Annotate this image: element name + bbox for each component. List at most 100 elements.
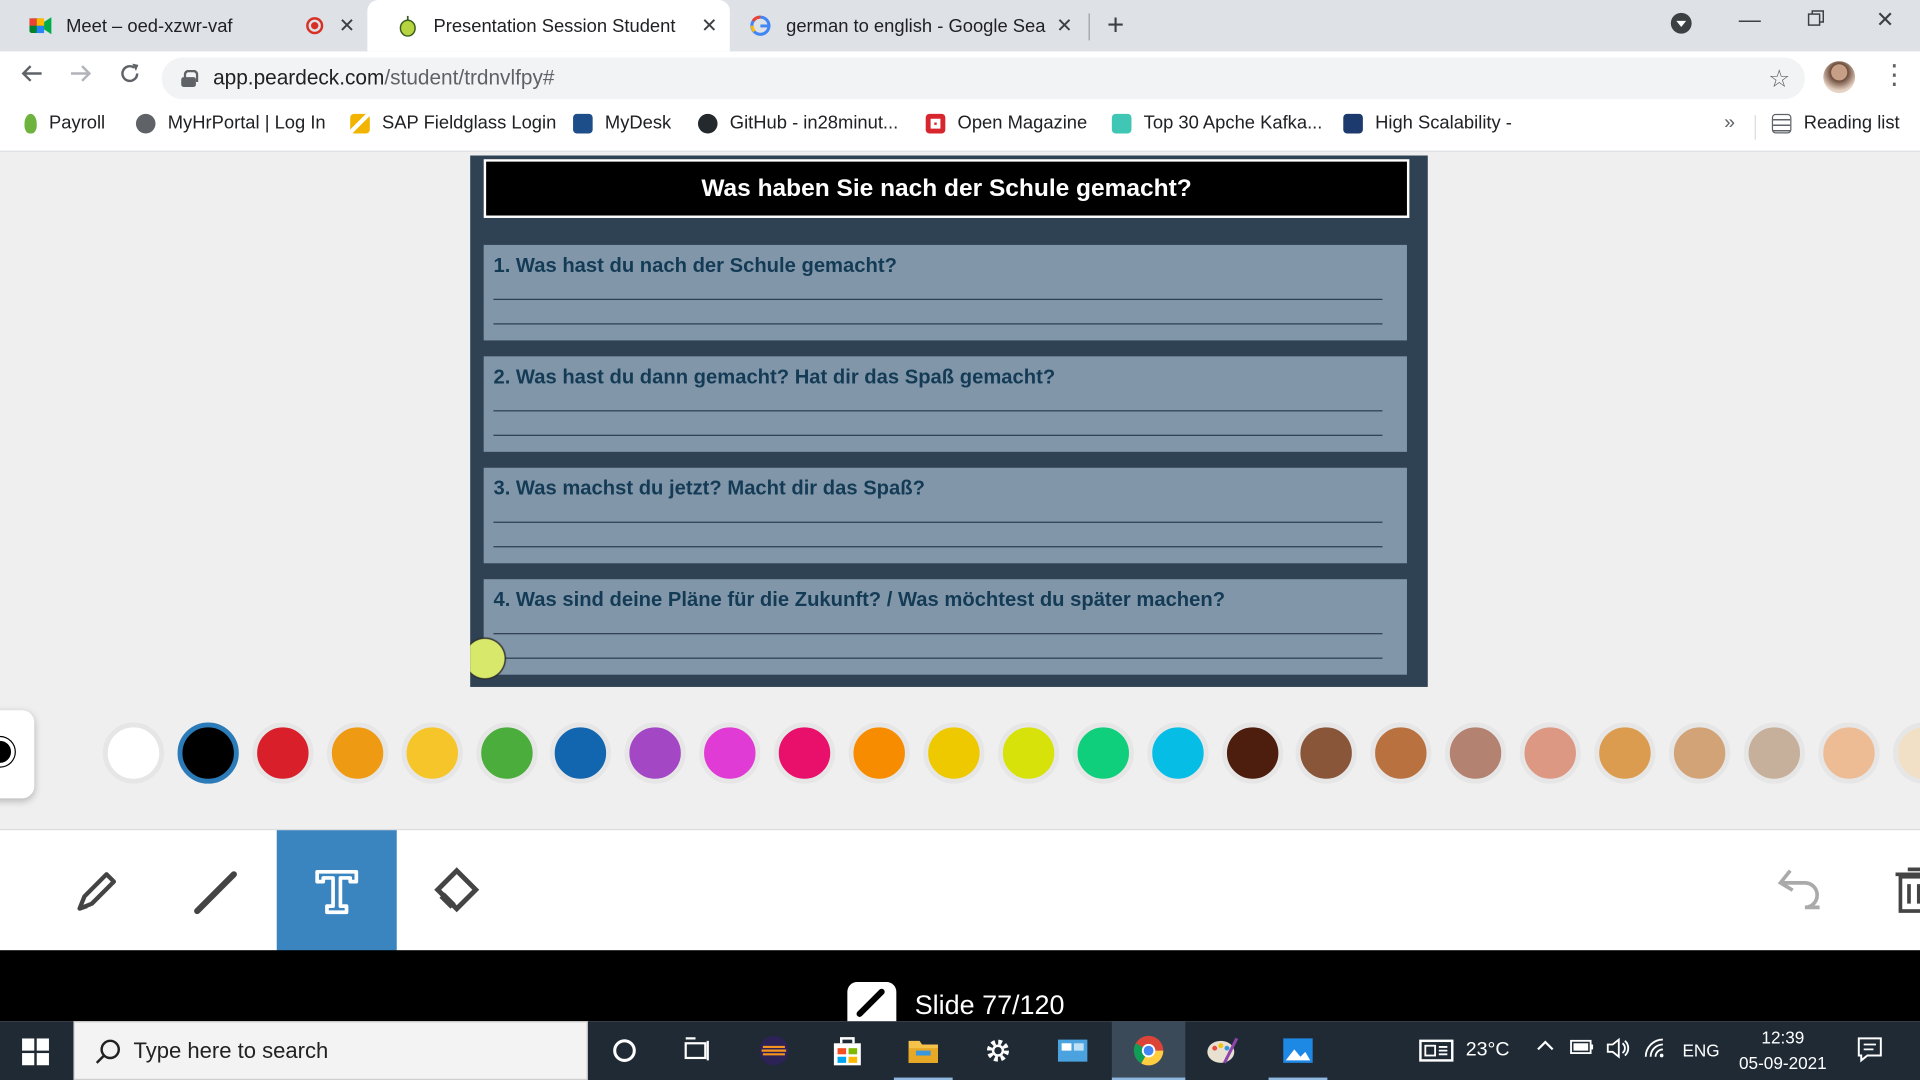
color-swatch[interactable] <box>923 722 985 784</box>
color-swatch[interactable] <box>1668 722 1731 784</box>
file-explorer-icon[interactable] <box>906 1033 940 1067</box>
current-color-indicator[interactable] <box>0 710 35 799</box>
tab-search-button[interactable] <box>1670 12 1692 40</box>
pen-tool-button[interactable] <box>157 830 277 951</box>
answer-line <box>493 546 1383 548</box>
color-swatch[interactable] <box>475 722 537 784</box>
question-text: 3. Was machst du jetzt? Macht dir das Sp… <box>493 477 925 500</box>
color-swatch[interactable] <box>848 722 910 784</box>
color-swatch[interactable] <box>1594 722 1656 784</box>
task-view-icon[interactable] <box>681 1033 715 1067</box>
question-box-2: 2. Was hast du dann gemacht? Hat dir das… <box>483 356 1407 452</box>
tab-meet[interactable]: Meet – oed-xzwr-vaf ✕ <box>0 0 367 51</box>
text-tool-button[interactable] <box>276 830 397 952</box>
color-swatch[interactable] <box>1370 722 1432 784</box>
color-swatch[interactable] <box>699 722 761 784</box>
search-icon <box>95 1039 121 1064</box>
tab-title: Presentation Session Student <box>433 15 676 37</box>
close-window-button[interactable]: ✕ <box>1876 7 1894 33</box>
recording-icon <box>306 17 324 35</box>
answer-line <box>493 521 1383 523</box>
reading-list-icon <box>1771 113 1792 133</box>
volume-icon[interactable] <box>1605 1037 1630 1064</box>
color-swatch[interactable] <box>997 722 1059 784</box>
profile-avatar[interactable] <box>1823 61 1856 94</box>
answer-line <box>493 410 1383 412</box>
bookmark-star-icon[interactable]: ☆ <box>1768 64 1790 95</box>
bookmark-kafka[interactable]: Top 30 Apche Kafka... <box>1111 113 1322 133</box>
control-panel-icon[interactable] <box>1056 1033 1090 1067</box>
color-swatch[interactable] <box>773 722 836 784</box>
close-tab-icon[interactable]: ✕ <box>701 13 717 37</box>
globe-icon <box>135 113 156 133</box>
reading-list-button[interactable]: Reading list <box>1771 113 1900 133</box>
color-swatch[interactable] <box>1892 722 1920 784</box>
eraser-tool-button[interactable] <box>397 830 517 951</box>
color-swatch[interactable] <box>1445 722 1507 784</box>
question-text: 4. Was sind deine Pläne für die Zukunft?… <box>493 588 1226 612</box>
microsoft-store-icon[interactable] <box>830 1033 864 1067</box>
windows-start-icon[interactable] <box>22 1038 49 1071</box>
show-hidden-icons-chevron-icon[interactable] <box>1536 1036 1556 1060</box>
settings-gear-icon[interactable] <box>981 1033 1015 1067</box>
question-box-4: 4. Was sind deine Pläne für die Zukunft?… <box>483 579 1407 675</box>
fieldglass-icon <box>350 113 370 133</box>
bookmark-high-scalability[interactable]: High Scalability - <box>1343 112 1512 134</box>
bookmark-open-magazine[interactable]: Open Magazine <box>925 113 1087 133</box>
system-clock[interactable]: 12:39 05-09-2021 <box>1739 1025 1827 1076</box>
bookmark-label: High Scalability - <box>1375 112 1512 134</box>
google-meet-icon <box>29 15 52 37</box>
marker-tool-button[interactable] <box>37 830 157 951</box>
close-tab-icon[interactable]: ✕ <box>1056 13 1072 37</box>
bookmark-mydesk[interactable]: MyDesk <box>573 113 671 133</box>
color-swatch[interactable] <box>251 722 314 784</box>
paint-icon[interactable] <box>1205 1033 1239 1067</box>
wifi-icon[interactable] <box>1643 1037 1667 1064</box>
minimize-button[interactable]: — <box>1739 7 1761 33</box>
cortana-icon[interactable] <box>607 1033 641 1067</box>
back-icon[interactable] <box>20 61 44 93</box>
color-swatch[interactable] <box>550 722 612 784</box>
bookmark-sap-fieldglass[interactable]: SAP Fieldglass Login <box>350 113 556 133</box>
decorative-sticker <box>470 615 520 687</box>
color-swatch[interactable] <box>624 722 687 784</box>
chrome-icon[interactable] <box>1131 1033 1165 1067</box>
photos-icon[interactable] <box>1281 1033 1315 1067</box>
forward-icon[interactable] <box>69 61 93 93</box>
bookmark-payroll[interactable]: Payroll <box>24 113 105 133</box>
input-language[interactable]: ENG <box>1682 1041 1719 1061</box>
color-swatch[interactable] <box>1519 722 1581 784</box>
browser-menu-icon[interactable]: ⋮ <box>1881 59 1908 91</box>
color-swatch[interactable] <box>1743 722 1805 784</box>
color-swatch[interactable] <box>1146 722 1209 784</box>
notifications-icon[interactable] <box>1856 1036 1883 1069</box>
taskbar-search[interactable]: Type here to search <box>73 1021 588 1080</box>
more-bookmarks-button[interactable]: » <box>1724 113 1735 135</box>
windows-taskbar: Type here to search 23°C ENG 12:39 05-09… <box>0 1021 1920 1080</box>
slide-canvas[interactable]: Was haben Sie nach der Schule gemacht? 1… <box>470 155 1428 687</box>
color-swatch[interactable] <box>1072 722 1134 784</box>
eclipse-icon[interactable] <box>757 1033 791 1067</box>
battery-icon[interactable] <box>1570 1038 1594 1060</box>
bookmark-myhrportal[interactable]: MyHrPortal | Log In <box>135 113 326 133</box>
trash-button[interactable] <box>1893 864 1920 919</box>
color-swatch[interactable] <box>326 722 388 784</box>
color-swatch[interactable] <box>1221 722 1283 784</box>
weather-temperature[interactable]: 23°C <box>1466 1040 1510 1062</box>
tab-google-search[interactable]: german to english - Google Sear ✕ <box>730 0 1085 51</box>
address-bar[interactable]: app.peardeck.com/student/trdnvlfpy# ☆ <box>161 57 1805 100</box>
color-swatch[interactable] <box>177 722 239 784</box>
color-swatch[interactable] <box>401 722 463 784</box>
new-tab-button[interactable]: + <box>1107 9 1124 43</box>
close-tab-icon[interactable]: ✕ <box>339 13 355 37</box>
color-swatch[interactable] <box>102 722 165 784</box>
restore-button[interactable] <box>1807 7 1825 33</box>
color-swatch[interactable] <box>1295 722 1358 784</box>
tab-presentation[interactable]: Presentation Session Student ✕ <box>367 0 730 52</box>
slide-counter-bar: Slide 77/120 <box>0 950 1920 1032</box>
reload-icon[interactable] <box>118 61 142 93</box>
undo-button[interactable] <box>1773 861 1827 921</box>
bookmark-github[interactable]: GitHub - in28minut... <box>697 113 898 133</box>
color-swatch[interactable] <box>1817 722 1880 784</box>
current-color-dot <box>0 737 15 767</box>
